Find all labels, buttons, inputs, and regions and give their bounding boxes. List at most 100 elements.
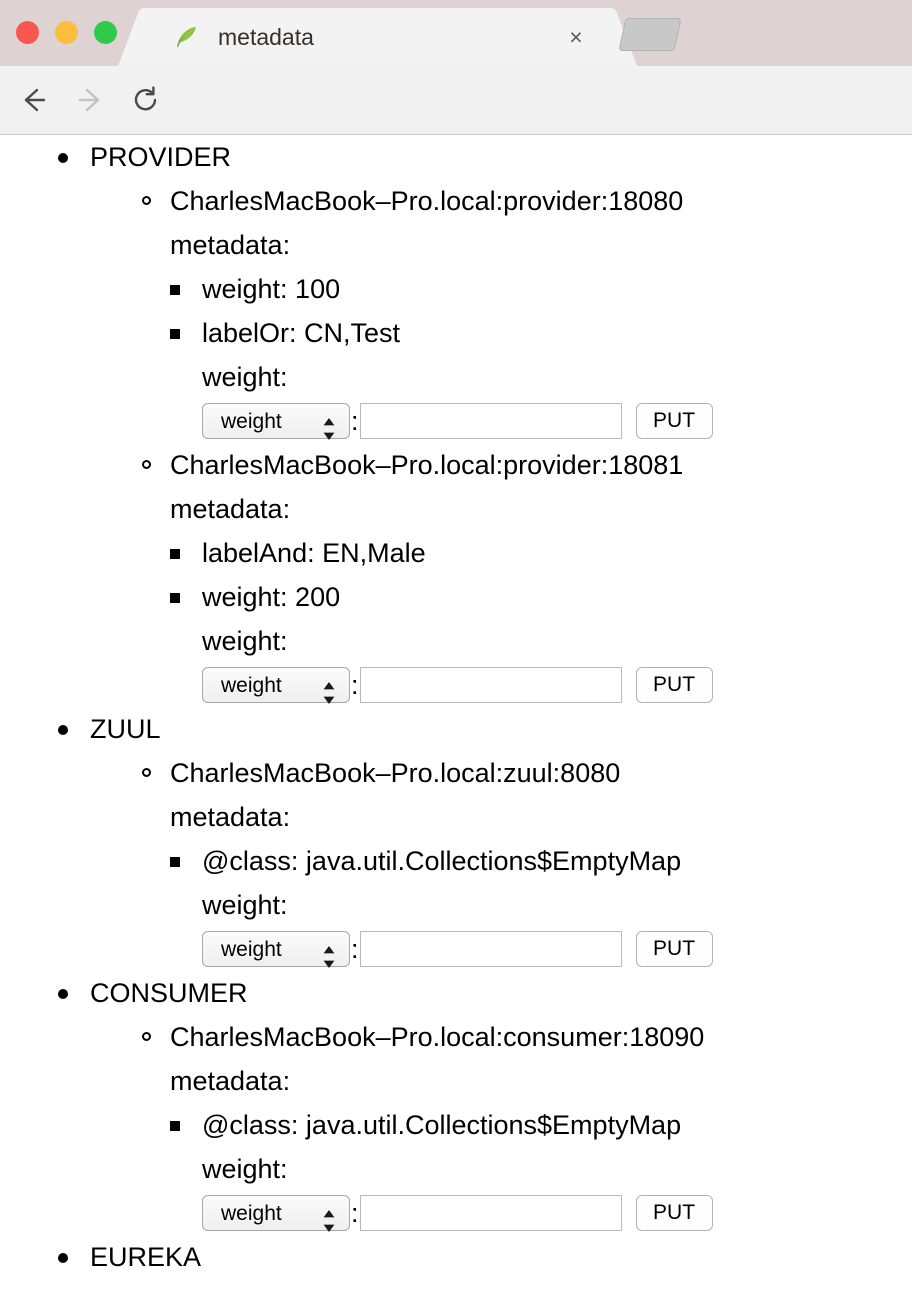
spring-leaf-icon xyxy=(173,24,199,50)
metadata-key-select-value: weight xyxy=(221,938,282,961)
service-group-name: PROVIDER xyxy=(90,142,232,172)
metadata-entry: labelAnd: EN,Male xyxy=(202,538,426,568)
weight-value-input[interactable] xyxy=(359,1195,622,1231)
form-separator: : xyxy=(351,934,359,964)
metadata-list: weight: 100 labelOr: CN,Test xyxy=(170,267,912,355)
metadata-item: labelOr: CN,Test xyxy=(170,311,912,355)
form-separator: : xyxy=(351,670,359,700)
updown-chevron-icon xyxy=(322,1202,336,1232)
service-instance-list: CharlesMacBook–Pro.local:zuul:8080 metad… xyxy=(90,751,912,971)
metadata-item: @class: java.util.Collections$EmptyMap xyxy=(170,839,912,883)
put-button[interactable]: PUT xyxy=(635,1195,713,1231)
metadata-key-select-value: weight xyxy=(221,1202,282,1225)
service-group-name: EUREKA xyxy=(90,1242,202,1272)
weight-label: weight: xyxy=(202,362,288,392)
updown-chevron-icon xyxy=(322,674,336,704)
instance-id: CharlesMacBook–Pro.local:zuul:8080 xyxy=(170,758,621,788)
service-group: EUREKA xyxy=(0,1235,912,1279)
service-group: CONSUMER CharlesMacBook–Pro.local:consum… xyxy=(0,971,912,1235)
updown-chevron-icon xyxy=(322,410,336,440)
service-group: ZUUL CharlesMacBook–Pro.local:zuul:8080 … xyxy=(0,707,912,971)
service-instance-list: CharlesMacBook–Pro.local:consumer:18090 … xyxy=(90,1015,912,1235)
service-instance: CharlesMacBook–Pro.local:zuul:8080 metad… xyxy=(90,751,912,971)
tab-title: metadata xyxy=(218,24,314,50)
browser-window: metadata × PROVIDER CharlesMacBook–Pro.l… xyxy=(0,0,912,1290)
browser-toolbar: localhost:8761/metadata.html xyxy=(0,66,912,190)
disc-bullet-icon xyxy=(58,989,68,999)
square-bullet-icon xyxy=(170,549,180,559)
put-button[interactable]: PUT xyxy=(635,403,713,439)
metadata-list: labelAnd: EN,Male weight: 200 xyxy=(170,531,912,619)
square-bullet-icon xyxy=(170,1121,180,1131)
back-arrow-icon[interactable] xyxy=(16,82,52,118)
circle-bullet-icon xyxy=(142,196,151,205)
disc-bullet-icon xyxy=(58,1253,68,1263)
metadata-item: @class: java.util.Collections$EmptyMap xyxy=(170,1103,912,1147)
square-bullet-icon xyxy=(170,329,180,339)
metadata-key-select[interactable]: weight xyxy=(202,403,350,440)
weight-value-input[interactable] xyxy=(359,403,622,439)
updown-chevron-icon xyxy=(322,938,336,968)
reload-icon[interactable] xyxy=(128,82,164,118)
close-icon[interactable]: × xyxy=(564,25,588,49)
square-bullet-icon xyxy=(170,285,180,295)
service-group: PROVIDER CharlesMacBook–Pro.local:provid… xyxy=(0,135,912,707)
disc-bullet-icon xyxy=(58,153,68,163)
weight-label: weight: xyxy=(202,626,288,656)
metadata-label: metadata: xyxy=(170,1066,291,1096)
metadata-list: @class: java.util.Collections$EmptyMap xyxy=(170,1103,912,1147)
weight-label: weight: xyxy=(202,890,288,920)
instance-id: CharlesMacBook–Pro.local:provider:18081 xyxy=(170,450,684,480)
square-bullet-icon xyxy=(170,593,180,603)
weight-label: weight: xyxy=(202,1154,288,1184)
circle-bullet-icon xyxy=(142,460,151,469)
weight-value-input[interactable] xyxy=(359,667,622,703)
weight-value-input[interactable] xyxy=(359,931,622,967)
metadata-key-select-value: weight xyxy=(221,410,282,433)
instance-id: CharlesMacBook–Pro.local:provider:18080 xyxy=(170,186,684,216)
service-group-list: PROVIDER CharlesMacBook–Pro.local:provid… xyxy=(0,135,912,1279)
disc-bullet-icon xyxy=(58,725,68,735)
metadata-label: metadata: xyxy=(170,802,291,832)
metadata-key-select[interactable]: weight xyxy=(202,667,350,704)
metadata-key-select[interactable]: weight xyxy=(202,931,350,968)
metadata-entry: weight: 200 xyxy=(202,582,341,612)
weight-form: weight : PUT xyxy=(170,1191,912,1235)
new-tab-button[interactable] xyxy=(618,18,682,51)
service-instance-list: CharlesMacBook–Pro.local:provider:18080 … xyxy=(90,179,912,707)
metadata-entry: labelOr: CN,Test xyxy=(202,318,401,348)
service-group-name: ZUUL xyxy=(90,714,161,744)
window-minimize-button[interactable] xyxy=(55,21,78,44)
weight-form: weight : PUT xyxy=(170,663,912,707)
metadata-key-select-value: weight xyxy=(221,674,282,697)
form-separator: : xyxy=(351,1198,359,1228)
window-maximize-button[interactable] xyxy=(94,21,117,44)
put-button[interactable]: PUT xyxy=(635,667,713,703)
service-instance: CharlesMacBook–Pro.local:consumer:18090 … xyxy=(90,1015,912,1235)
square-bullet-icon xyxy=(170,857,180,867)
metadata-item: labelAnd: EN,Male xyxy=(170,531,912,575)
circle-bullet-icon xyxy=(142,1032,151,1041)
service-instance: CharlesMacBook–Pro.local:provider:18080 … xyxy=(90,179,912,443)
metadata-entry: @class: java.util.Collections$EmptyMap xyxy=(202,1110,682,1140)
browser-tab-bar: metadata × xyxy=(0,0,912,66)
metadata-item: weight: 200 xyxy=(170,575,912,619)
window-close-button[interactable] xyxy=(16,21,39,44)
service-group-name: CONSUMER xyxy=(90,978,248,1008)
metadata-key-select[interactable]: weight xyxy=(202,1195,350,1232)
page-content: PROVIDER CharlesMacBook–Pro.local:provid… xyxy=(0,135,912,1290)
service-instance: CharlesMacBook–Pro.local:provider:18081 … xyxy=(90,443,912,707)
metadata-list: @class: java.util.Collections$EmptyMap xyxy=(170,839,912,883)
metadata-entry: weight: 100 xyxy=(202,274,341,304)
metadata-label: metadata: xyxy=(170,494,291,524)
circle-bullet-icon xyxy=(142,768,151,777)
metadata-entry: @class: java.util.Collections$EmptyMap xyxy=(202,846,682,876)
put-button[interactable]: PUT xyxy=(635,931,713,967)
metadata-label: metadata: xyxy=(170,230,291,260)
weight-form: weight : PUT xyxy=(170,927,912,971)
form-separator: : xyxy=(351,406,359,436)
weight-form: weight : PUT xyxy=(170,399,912,443)
instance-id: CharlesMacBook–Pro.local:consumer:18090 xyxy=(170,1022,705,1052)
window-traffic-lights xyxy=(16,21,117,44)
browser-tab[interactable]: metadata × xyxy=(118,8,637,66)
